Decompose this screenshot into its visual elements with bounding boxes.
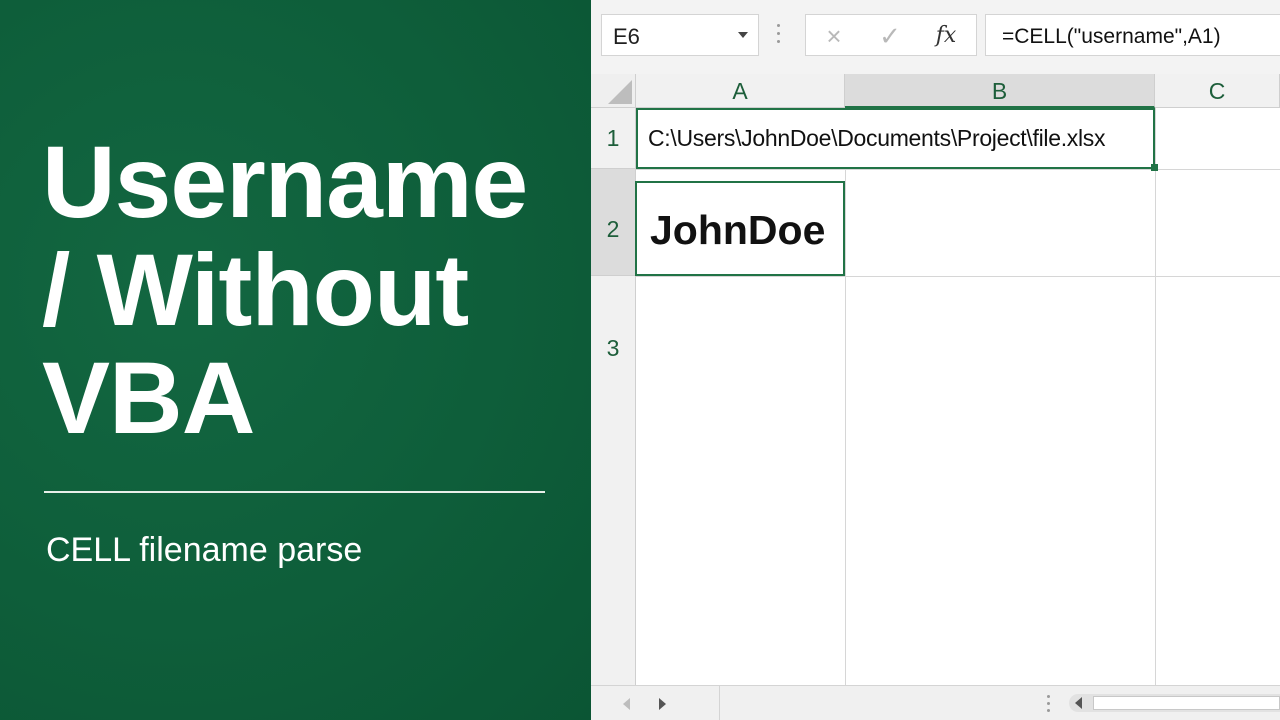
hero-panel: Username / Without VBA CELL filename par… — [0, 0, 591, 720]
row-header-3[interactable]: 3 — [591, 276, 636, 685]
more-options-icon[interactable] — [1047, 695, 1051, 716]
hero-divider — [44, 491, 545, 493]
formula-text: =CELL("username",A1) — [1002, 25, 1221, 48]
select-all-button[interactable] — [591, 74, 636, 108]
enter-icon[interactable]: ✓ — [870, 20, 910, 52]
sheet-tabs-area — [719, 686, 1050, 720]
gridline — [636, 276, 1280, 277]
formula-bar[interactable]: =CELL("username",A1) — [985, 14, 1280, 56]
scroll-right-icon[interactable] — [659, 698, 666, 710]
hero-title-line-3: VBA — [42, 341, 255, 455]
formula-actions: × ✓ fx — [805, 14, 977, 56]
cell-a1[interactable]: C:\Users\JohnDoe\Documents\Project\file.… — [636, 108, 1155, 169]
column-header-c[interactable]: C — [1155, 74, 1280, 108]
gridline — [1155, 108, 1156, 685]
select-all-icon — [608, 80, 632, 104]
cell-a1-value: C:\Users\JohnDoe\Documents\Project\file.… — [648, 125, 1106, 151]
hero-subtitle: CELL filename parse — [46, 531, 363, 569]
cancel-icon[interactable]: × — [814, 20, 854, 52]
scroll-left-icon[interactable] — [623, 698, 630, 710]
cell-a2[interactable]: JohnDoe — [635, 181, 845, 276]
scroll-left-icon[interactable] — [1075, 697, 1082, 709]
row-header-2[interactable]: 2 — [591, 169, 636, 276]
row-header-1[interactable]: 1 — [591, 108, 636, 169]
gridline — [845, 108, 846, 685]
cell-a2-value: JohnDoe — [650, 207, 826, 253]
sheet-tab-bar — [591, 685, 1280, 720]
gridline — [636, 169, 1280, 170]
name-box[interactable]: E6 — [601, 14, 759, 56]
excel-window: E6 × ✓ fx =CELL("username",A1) A B C 1 2… — [591, 0, 1280, 720]
spreadsheet-grid[interactable]: A B C 1 2 3 C:\Users\JohnDoe\Documents\P… — [591, 74, 1280, 685]
hero-title-line-1: Username — [42, 125, 528, 239]
horizontal-scrollbar[interactable] — [1069, 694, 1280, 712]
insert-function-icon[interactable]: fx — [926, 20, 966, 52]
column-header-a[interactable]: A — [636, 74, 845, 108]
more-options-icon[interactable] — [777, 24, 781, 48]
hero-title: Username / Without VBA — [42, 128, 582, 452]
hero-title-line-2: / Without — [42, 233, 469, 347]
chevron-down-icon[interactable] — [738, 32, 748, 38]
scrollbar-thumb[interactable] — [1093, 696, 1280, 710]
name-box-value: E6 — [613, 24, 640, 49]
column-header-b[interactable]: B — [845, 74, 1155, 108]
fill-handle[interactable] — [1151, 164, 1158, 171]
